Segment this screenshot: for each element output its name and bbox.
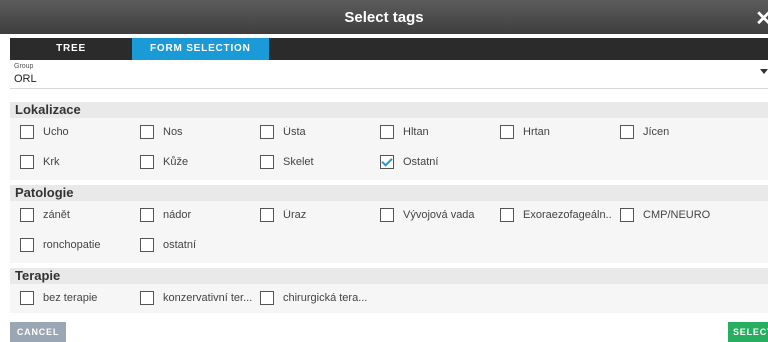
tag-checkbox-item[interactable]: Ústa: [260, 123, 372, 141]
section-header: Terapie: [10, 268, 768, 284]
checkbox-icon[interactable]: [140, 125, 154, 139]
tag-checkbox-item[interactable]: Jícen: [620, 123, 732, 141]
tag-checkbox-item[interactable]: Kůže: [140, 153, 252, 171]
tag-checkbox-item[interactable]: bez terapie: [20, 289, 132, 307]
checkbox-icon[interactable]: [380, 125, 394, 139]
group-value: ORL: [14, 73, 37, 85]
tag-checkbox-item[interactable]: ostatní: [140, 236, 252, 254]
checkbox-icon[interactable]: [380, 208, 394, 222]
tag-label: Ústa: [283, 126, 306, 138]
tag-checkbox-item[interactable]: zánět: [20, 206, 132, 224]
checkbox-icon[interactable]: [260, 125, 274, 139]
checkbox-icon[interactable]: [260, 208, 274, 222]
checkbox-icon[interactable]: [140, 291, 154, 305]
tab-bar: TREE SELECTION FORM SELECTION: [10, 38, 768, 76]
tag-checkbox-item[interactable]: Úraz: [260, 206, 372, 224]
checkbox-icon[interactable]: [140, 155, 154, 169]
checkbox-icon[interactable]: [500, 208, 514, 222]
tag-checkbox-item[interactable]: nádor: [140, 206, 252, 224]
tag-checkbox-item[interactable]: Nos: [140, 123, 252, 141]
checkbox-icon[interactable]: [20, 291, 34, 305]
tag-checkbox-item[interactable]: ronchopatie: [20, 236, 132, 254]
tab-form-selection[interactable]: FORM SELECTION: [132, 38, 269, 60]
tag-checkbox-item[interactable]: Ostatní: [380, 153, 492, 171]
tag-label: ostatní: [163, 239, 197, 251]
checkbox-checked-icon[interactable]: [380, 155, 394, 169]
tag-label: bez terapie: [43, 292, 98, 304]
tag-label: Vývojová vada: [403, 209, 475, 221]
checkbox-icon[interactable]: [20, 208, 34, 222]
checkbox-icon[interactable]: [260, 291, 274, 305]
tab-tree-selection[interactable]: TREE SELECTION: [10, 38, 132, 76]
tag-checkbox-item[interactable]: Krk: [20, 153, 132, 171]
tag-label: Exoraezofageáln...: [523, 209, 612, 221]
tag-label: Hrtan: [523, 126, 550, 138]
tag-label: Jícen: [643, 126, 670, 138]
tag-label: Ostatní: [403, 156, 439, 168]
checkbox-icon[interactable]: [20, 155, 34, 169]
chevron-down-icon[interactable]: [760, 69, 768, 74]
tag-label: CMP/NEURO: [643, 209, 711, 221]
checkbox-icon[interactable]: [20, 238, 34, 252]
checkbox-icon[interactable]: [260, 155, 274, 169]
tag-label: Nos: [163, 126, 183, 138]
tag-label: Skelet: [283, 156, 314, 168]
tag-checkbox-item[interactable]: Hltan: [380, 123, 492, 141]
group-select[interactable]: Group ORL: [10, 60, 768, 89]
tag-checkbox-item[interactable]: chirurgická tera...: [260, 289, 372, 307]
checkbox-icon[interactable]: [140, 238, 154, 252]
tag-label: Ucho: [43, 126, 69, 138]
tag-label: konzervativní ter...: [163, 292, 252, 304]
tag-checkbox-item[interactable]: Exoraezofageáln...: [500, 206, 612, 224]
close-icon[interactable]: ✕: [755, 6, 768, 31]
checkbox-icon[interactable]: [620, 125, 634, 139]
group-label: Group: [14, 63, 34, 70]
tag-label: Krk: [43, 156, 60, 168]
tag-label: zánět: [43, 209, 70, 221]
tag-checkbox-item[interactable]: CMP/NEURO: [620, 206, 732, 224]
tag-label: Kůže: [163, 156, 189, 168]
cancel-button[interactable]: CANCEL: [10, 322, 66, 342]
tag-checkbox-item[interactable]: Ucho: [20, 123, 132, 141]
tag-checkbox-item[interactable]: konzervativní ter...: [140, 289, 252, 307]
dialog-title: Select tags: [344, 8, 424, 26]
checkbox-icon[interactable]: [20, 125, 34, 139]
tag-label: chirurgická tera...: [283, 292, 368, 304]
checkbox-icon[interactable]: [620, 208, 634, 222]
dialog-titlebar: Select tags ✕: [0, 0, 768, 34]
tag-checkbox-item[interactable]: Hrtan: [500, 123, 612, 141]
checkbox-icon[interactable]: [500, 125, 514, 139]
tag-label: nádor: [163, 209, 192, 221]
tag-label: ronchopatie: [43, 239, 101, 251]
checkbox-icon[interactable]: [140, 208, 154, 222]
tag-label: Úraz: [283, 209, 307, 221]
tag-checkbox-item[interactable]: Vývojová vada: [380, 206, 492, 224]
tag-checkbox-item[interactable]: Skelet: [260, 153, 372, 171]
tag-label: Hltan: [403, 126, 429, 138]
section-header: Lokalizace: [10, 102, 768, 118]
select-button[interactable]: SELECT: [728, 322, 768, 342]
section-header: Patologie: [10, 185, 768, 201]
